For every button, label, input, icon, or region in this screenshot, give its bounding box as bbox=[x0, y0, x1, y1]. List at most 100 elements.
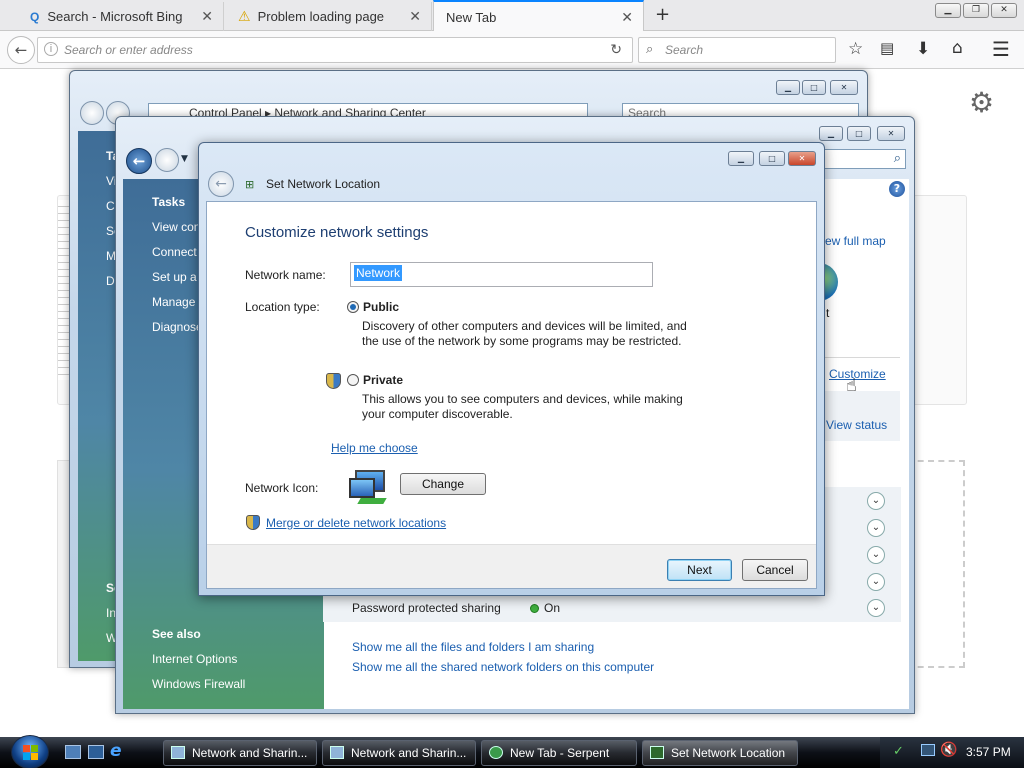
taskbar-button-set-network-location[interactable]: Set Network Location bbox=[642, 740, 798, 766]
next-button[interactable]: Next bbox=[667, 559, 732, 581]
internet-explorer-icon[interactable]: e bbox=[110, 741, 122, 761]
private-label[interactable]: Private bbox=[363, 373, 403, 387]
taskbar-button-new-tab[interactable]: New Tab - Serpent bbox=[481, 740, 637, 766]
chevron-down-icon[interactable]: ⌄ bbox=[867, 599, 885, 617]
info-icon[interactable]: i bbox=[44, 42, 58, 56]
new-tab-plus-icon[interactable]: + bbox=[655, 4, 670, 25]
bookmark-star-icon[interactable]: ☆ bbox=[848, 39, 863, 59]
maximize-button[interactable]: □ bbox=[847, 126, 871, 141]
tasks-heading: Tasks bbox=[152, 195, 186, 209]
network-name-label: Network name: bbox=[245, 268, 326, 282]
location-type-label: Location type: bbox=[245, 300, 320, 314]
help-icon[interactable]: ? bbox=[889, 181, 905, 197]
close-tab-icon[interactable]: ✕ bbox=[621, 9, 633, 26]
status-panel bbox=[816, 391, 900, 441]
minimize-button[interactable]: ▁ bbox=[935, 3, 961, 18]
chevron-down-icon[interactable]: ⌄ bbox=[867, 492, 885, 510]
minimize-button[interactable]: ▁ bbox=[728, 151, 754, 166]
see-also-internet-options[interactable]: Internet Options bbox=[152, 652, 237, 666]
change-icon-button[interactable]: Change bbox=[400, 473, 486, 495]
taskbar-button-network-1[interactable]: Network and Sharin... bbox=[163, 740, 317, 766]
address-bar[interactable]: i Search or enter address ↻ bbox=[37, 37, 633, 63]
customize-link[interactable]: Customize bbox=[829, 367, 886, 381]
chevron-down-icon[interactable]: ⌄ bbox=[867, 573, 885, 591]
clock[interactable]: 3:57 PM bbox=[966, 745, 1011, 759]
page-title: Customize network settings bbox=[245, 224, 429, 241]
bookmarks-library-icon[interactable]: ▤ bbox=[880, 39, 894, 57]
gear-icon[interactable]: ⚙ bbox=[969, 86, 994, 119]
tab-label: Search - Microsoft Bing bbox=[47, 9, 183, 24]
network-computer-icon bbox=[347, 468, 391, 508]
set-network-location-dialog[interactable]: ▁ □ ✕ ← ⊞ Set Network Location Customize… bbox=[198, 142, 825, 596]
task-manage[interactable]: Manage bbox=[152, 295, 195, 309]
show-desktop-icon[interactable] bbox=[65, 745, 81, 759]
search-icon: Q bbox=[30, 9, 40, 24]
public-radio[interactable] bbox=[347, 301, 359, 313]
private-description: This allows you to see computers and dev… bbox=[362, 392, 683, 406]
search-field[interactable]: ⌕ Search bbox=[638, 37, 836, 63]
help-me-choose-link[interactable]: Help me choose bbox=[331, 441, 418, 455]
view-full-map-link[interactable]: ew full map bbox=[825, 234, 886, 248]
view-status-link[interactable]: View status bbox=[826, 418, 887, 432]
download-icon[interactable]: ⬇ bbox=[916, 39, 930, 59]
task-connect[interactable]: Connect bbox=[152, 245, 197, 259]
taskbar-button-network-2[interactable]: Network and Sharin... bbox=[322, 740, 476, 766]
maximize-button[interactable]: □ bbox=[802, 80, 826, 95]
network-folder-icon bbox=[330, 746, 344, 759]
back-arrow-icon[interactable]: ← bbox=[208, 171, 234, 197]
tray-connection-icon[interactable] bbox=[921, 744, 935, 756]
see-also-heading: See also bbox=[152, 627, 201, 641]
close-tab-icon[interactable]: ✕ bbox=[409, 8, 421, 25]
taskbar-button-label: New Tab - Serpent bbox=[510, 746, 610, 760]
cancel-button[interactable]: Cancel bbox=[742, 559, 808, 581]
menu-hamburger-icon[interactable]: ☰ bbox=[992, 37, 1010, 61]
volume-muted-icon[interactable]: 🔇 bbox=[940, 742, 957, 758]
start-button[interactable] bbox=[11, 735, 49, 768]
close-window-button[interactable]: ✕ bbox=[991, 3, 1017, 18]
forward-arrow-icon[interactable] bbox=[155, 148, 179, 172]
search-input[interactable]: ⌕ bbox=[816, 149, 906, 169]
browser-nav-bar: ← i Search or enter address ↻ ⌕ Search ☆… bbox=[0, 31, 1024, 69]
home-icon[interactable]: ⌂ bbox=[952, 38, 963, 58]
maximize-button[interactable]: □ bbox=[759, 151, 785, 166]
dialog-content: Customize network settings Network name:… bbox=[206, 201, 817, 589]
task-diagnose[interactable]: Diagnose bbox=[152, 320, 203, 334]
close-window-button[interactable]: ✕ bbox=[788, 151, 816, 166]
network-icon bbox=[650, 746, 664, 759]
tab-problem-loading[interactable]: ⚠ Problem loading page ✕ bbox=[226, 2, 432, 31]
network-icon-label: Network Icon: bbox=[245, 481, 319, 495]
private-radio[interactable] bbox=[347, 374, 359, 386]
tab-bing[interactable]: Q Search - Microsoft Bing ✕ bbox=[18, 2, 224, 31]
tab-label: Problem loading page bbox=[257, 9, 385, 24]
reload-icon[interactable]: ↻ bbox=[610, 41, 622, 58]
warning-icon: ⚠ bbox=[238, 8, 251, 24]
browser-tab-bar: Q Search - Microsoft Bing ✕ ⚠ Problem lo… bbox=[0, 0, 1024, 32]
tab-new-tab[interactable]: New Tab ✕ bbox=[433, 0, 644, 32]
show-shared-folders-link[interactable]: Show me all the shared network folders o… bbox=[352, 660, 654, 674]
back-arrow-icon[interactable]: ← bbox=[126, 148, 152, 174]
show-shared-files-link[interactable]: Show me all the files and folders I am s… bbox=[352, 640, 594, 654]
chevron-down-icon[interactable]: ▼ bbox=[181, 154, 188, 164]
chevron-down-icon[interactable]: ⌄ bbox=[867, 519, 885, 537]
close-window-button[interactable]: ✕ bbox=[830, 80, 858, 95]
uac-shield-icon bbox=[246, 515, 260, 530]
network-name-field[interactable]: Network bbox=[350, 262, 653, 287]
close-window-button[interactable]: ✕ bbox=[877, 126, 905, 141]
restore-button[interactable]: ❐ bbox=[963, 3, 989, 18]
public-description: Discovery of other computers and devices… bbox=[362, 319, 687, 333]
taskbar: e Network and Sharin... Network and Shar… bbox=[0, 735, 1024, 768]
minimize-button[interactable]: ▁ bbox=[776, 80, 800, 95]
chevron-down-icon[interactable]: ⌄ bbox=[867, 546, 885, 564]
switch-windows-icon[interactable] bbox=[88, 745, 104, 759]
tab-label: New Tab bbox=[446, 9, 497, 25]
see-also-windows-firewall[interactable]: Windows Firewall bbox=[152, 677, 245, 691]
back-arrow-icon[interactable] bbox=[80, 101, 104, 125]
task-view-computers[interactable]: View con bbox=[152, 220, 200, 234]
close-tab-icon[interactable]: ✕ bbox=[201, 8, 213, 25]
minimize-button[interactable]: ▁ bbox=[819, 126, 843, 141]
tray-network-icon[interactable]: ✓ bbox=[893, 744, 904, 759]
back-arrow-icon[interactable]: ← bbox=[7, 36, 35, 64]
public-label[interactable]: Public bbox=[363, 300, 399, 314]
merge-delete-locations-link[interactable]: Merge or delete network locations bbox=[266, 516, 446, 530]
network-folder-icon bbox=[171, 746, 185, 759]
